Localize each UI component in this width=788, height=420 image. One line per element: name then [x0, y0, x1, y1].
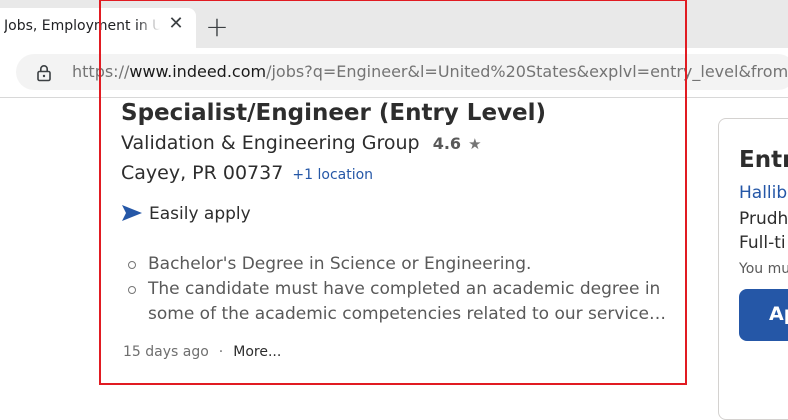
new-tab-icon[interactable]: + [204, 13, 230, 42]
job-meta-row: 15 days ago · More... [123, 344, 281, 360]
location-row: Cayey, PR 00737 +1 location [121, 162, 373, 184]
address-bar[interactable]: https://www.indeed.com/jobs?q=Engineer&l… [16, 54, 788, 90]
star-icon: ★ [468, 135, 482, 153]
page-content: Specialist/Engineer (Entry Level) Valida… [0, 98, 788, 420]
job-title[interactable]: Specialist/Engineer (Entry Level) [121, 100, 546, 126]
url-text: https://www.indeed.com/jobs?q=Engineer&l… [72, 62, 788, 81]
send-icon [122, 205, 142, 221]
details-location: Prudh [739, 209, 788, 229]
company-name: Validation & Engineering Group [121, 132, 420, 154]
details-title: Entry [739, 147, 788, 173]
easily-apply-row: Easily apply [121, 204, 251, 224]
details-company-link[interactable]: Hallib [739, 183, 787, 203]
apply-button[interactable]: Ap [739, 289, 788, 341]
meta-separator: · [218, 344, 224, 360]
company-rating: 4.6 [432, 134, 462, 153]
tab-strip: Jobs, Employment in Un ✕ + [0, 0, 788, 48]
job-details-panel: Entry Hallib Prudh Full-ti You mu Ap [718, 118, 788, 420]
close-icon[interactable]: ✕ [166, 14, 186, 34]
tab-title: Jobs, Employment in Un [4, 18, 160, 34]
snippet-item: The candidate must have completed an aca… [128, 277, 668, 327]
posted-date: 15 days ago [123, 344, 209, 360]
easily-apply-label: Easily apply [149, 204, 251, 224]
more-locations-link[interactable]: +1 location [292, 167, 373, 183]
job-snippet: Bachelor's Degree in Science or Engineer… [128, 252, 668, 327]
more-link[interactable]: More... [233, 344, 281, 360]
details-job-type: Full-ti [739, 233, 786, 253]
company-row: Validation & Engineering Group 4.6 ★ [121, 132, 482, 154]
apply-button-label: Ap [769, 303, 788, 325]
url-host: www.indeed.com [129, 62, 267, 81]
details-note: You mu [739, 261, 788, 277]
job-card[interactable]: Specialist/Engineer (Entry Level) Valida… [0, 98, 690, 384]
url-prefix: https:// [72, 62, 130, 81]
browser-tab[interactable]: Jobs, Employment in Un ✕ [0, 8, 196, 48]
job-location: Cayey, PR 00737 [121, 162, 284, 184]
url-path: /jobs?q=Engineer&l=United%20States&explv… [266, 62, 788, 81]
address-toolbar: https://www.indeed.com/jobs?q=Engineer&l… [0, 48, 788, 98]
lock-icon[interactable] [36, 64, 52, 82]
snippet-item: Bachelor's Degree in Science or Engineer… [128, 252, 668, 277]
